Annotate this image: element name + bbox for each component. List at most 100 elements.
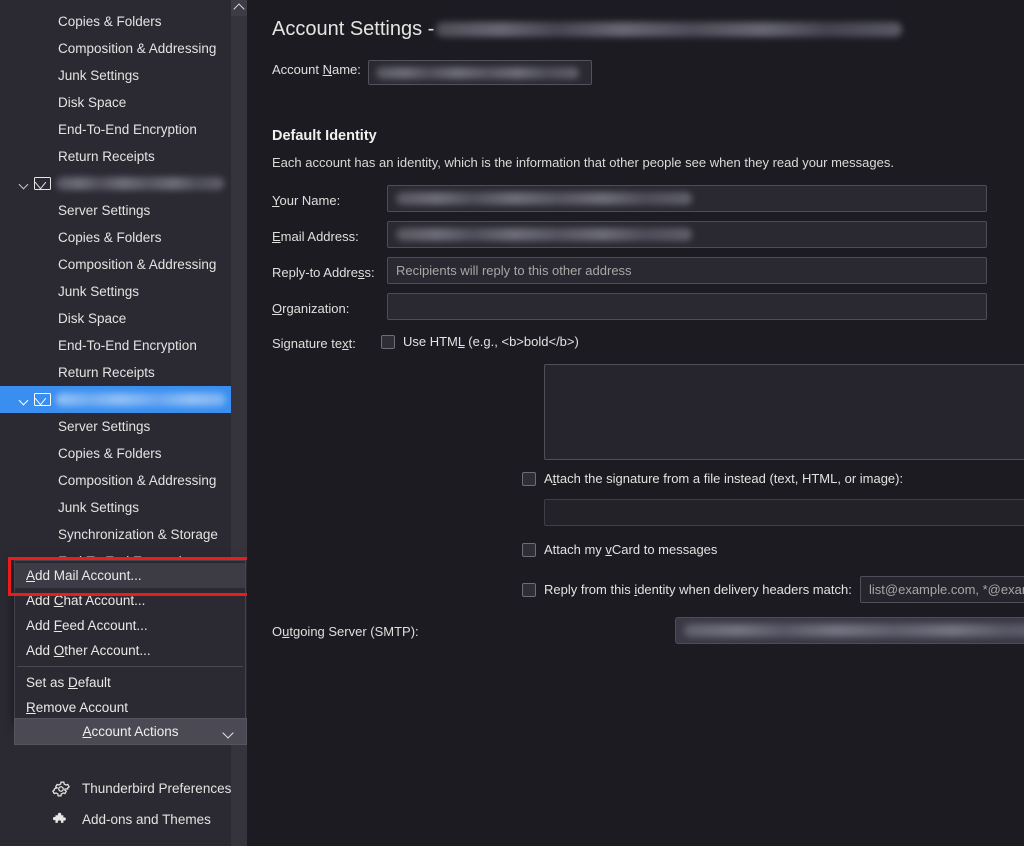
reply-from-identity-checkbox[interactable] — [522, 582, 536, 597]
menu-item-label: Remove Account — [26, 700, 129, 715]
menu-item-add-feed-account[interactable]: Add Feed Account... — [15, 613, 245, 638]
tree-item-composition-addressing[interactable]: Composition & Addressing — [0, 467, 231, 494]
menu-item-label: Add Other Account... — [26, 643, 151, 658]
tree-item-label: Composition & Addressing — [58, 473, 217, 488]
attach-signature-file-label: Attach the signature from a file instead… — [544, 471, 904, 486]
default-identity-title: Default Identity — [272, 128, 377, 144]
tree-item-copies-folders[interactable]: Copies & Folders — [0, 224, 231, 251]
tree-item-label: Synchronization & Storage — [58, 527, 218, 542]
attach-vcard-row[interactable]: Attach my vCard to messages — [522, 542, 717, 557]
mail-icon — [34, 393, 51, 406]
redacted-value — [396, 228, 692, 241]
mail-icon — [34, 177, 51, 190]
account-settings-panel: Account Settings - Account Name: Default… — [248, 0, 1024, 846]
tree-item-label: Return Receipts — [58, 365, 155, 380]
tree-item-composition-addressing[interactable]: Composition & Addressing — [0, 35, 231, 62]
signature-text-label: Signature text: — [272, 336, 356, 351]
organization-label: Organization: — [272, 301, 350, 316]
tree-item-synchronization-storage[interactable]: Synchronization & Storage — [0, 521, 231, 548]
tree-item-disk-space[interactable]: Disk Space — [0, 305, 231, 332]
settings-sidebar: Copies & Folders Composition & Addressing… — [0, 0, 247, 846]
reply-from-identity-label: Reply from this identity when delivery h… — [544, 582, 852, 597]
tree-account-row[interactable] — [0, 170, 231, 197]
tree-item-disk-space[interactable]: Disk Space — [0, 89, 231, 116]
sidebar-link-addons-and-themes[interactable]: Add-ons and Themes — [52, 809, 211, 831]
tree-item-label: Composition & Addressing — [58, 41, 217, 56]
attach-signature-file-row[interactable]: Attach the signature from a file instead… — [522, 471, 903, 486]
outgoing-server-label: Outgoing Server (SMTP): — [272, 624, 419, 639]
attach-vcard-checkbox[interactable] — [522, 542, 536, 557]
sidebar-link-label: Thunderbird Preferences — [82, 781, 232, 797]
account-name-label: Account Name: — [272, 62, 361, 77]
gear-icon — [52, 780, 70, 798]
menu-item-add-mail-account[interactable]: Add Mail Account... — [15, 563, 245, 588]
tree-item-end-to-end-encryption[interactable]: End-To-End Encryption — [0, 116, 231, 143]
use-html-checkbox-row[interactable]: Use HTML (e.g., <b>bold</b>) — [381, 334, 579, 349]
account-actions-button[interactable]: Account Actions — [14, 718, 247, 745]
menu-item-label: Add Mail Account... — [26, 568, 142, 583]
menu-item-label: Add Chat Account... — [26, 593, 146, 608]
chevron-down-icon[interactable] — [18, 393, 32, 407]
signature-file-path-input[interactable] — [544, 499, 1024, 526]
tree-item-label: Return Receipts — [58, 149, 155, 164]
menu-item-add-other-account[interactable]: Add Other Account... — [15, 638, 245, 663]
tree-item-label: Server Settings — [58, 419, 151, 434]
tree-item-junk-settings[interactable]: Junk Settings — [0, 62, 231, 89]
menu-item-remove-account[interactable]: Remove Account — [15, 695, 245, 720]
tree-account-row[interactable] — [0, 386, 231, 413]
redacted-value — [396, 192, 692, 205]
tree-item-label: Copies & Folders — [58, 446, 162, 461]
chevron-down-icon — [222, 727, 234, 739]
tree-item-return-receipts[interactable]: Return Receipts — [0, 143, 231, 170]
tree-item-label: End-To-End Encryption — [58, 338, 197, 353]
tree-item-composition-addressing[interactable]: Composition & Addressing — [0, 251, 231, 278]
page-title: Account Settings - — [272, 18, 903, 41]
tree-item-end-to-end-encryption[interactable]: End-To-End Encryption — [0, 332, 231, 359]
tree-item-copies-folders[interactable]: Copies & Folders — [0, 440, 231, 467]
your-name-input[interactable] — [387, 185, 987, 212]
reply-to-address-input[interactable]: Recipients will reply to this other addr… — [387, 257, 987, 284]
sidebar-link-label: Add-ons and Themes — [82, 812, 211, 828]
chevron-down-icon[interactable] — [18, 177, 32, 191]
redacted-value — [684, 624, 1024, 637]
account-actions-context-menu[interactable]: Add Mail Account... Add Chat Account... Ad… — [14, 560, 246, 723]
attach-vcard-label: Attach my vCard to messages — [544, 542, 718, 557]
delivery-headers-match-input[interactable]: list@example.com, *@example.com — [860, 576, 1024, 603]
email-address-input[interactable] — [387, 221, 987, 248]
chevron-up-icon — [233, 3, 245, 15]
menu-item-add-chat-account[interactable]: Add Chat Account... — [15, 588, 245, 613]
menu-item-label: Add Feed Account... — [26, 618, 148, 633]
reply-to-placeholder: Recipients will reply to this other addr… — [396, 263, 632, 278]
attach-signature-file-checkbox[interactable] — [522, 471, 536, 486]
tree-item-label: Composition & Addressing — [58, 257, 217, 272]
use-html-label: Use HTML (e.g., <b>bold</b>) — [403, 334, 579, 349]
scrollbar-up-button[interactable] — [231, 0, 247, 16]
tree-item-label: Junk Settings — [58, 500, 140, 515]
account-actions-label: Account Actions — [82, 724, 179, 739]
signature-textarea[interactable] — [544, 364, 1024, 460]
tree-item-label: Copies & Folders — [58, 230, 162, 245]
reply-to-address-label: Reply-to Address: — [272, 265, 375, 280]
redacted-value — [376, 66, 579, 79]
account-name-input[interactable] — [368, 60, 592, 85]
sidebar-link-thunderbird-preferences[interactable]: Thunderbird Preferences — [52, 778, 231, 800]
your-name-label: Your Name: — [272, 193, 341, 208]
redacted-account-label — [56, 393, 226, 406]
tree-item-junk-settings[interactable]: Junk Settings — [0, 278, 231, 305]
email-address-label: Email Address: — [272, 229, 359, 244]
outgoing-server-select[interactable] — [675, 617, 1024, 644]
tree-item-label: End-To-End Encryption — [58, 122, 197, 137]
tree-item-return-receipts[interactable]: Return Receipts — [0, 359, 231, 386]
tree-item-label: Copies & Folders — [58, 14, 162, 29]
reply-from-identity-row[interactable]: Reply from this identity when delivery h… — [522, 582, 852, 597]
tree-item-junk-settings[interactable]: Junk Settings — [0, 494, 231, 521]
tree-item-server-settings[interactable]: Server Settings — [0, 197, 231, 224]
redacted-account-label — [56, 177, 224, 190]
menu-item-set-as-default[interactable]: Set as Default — [15, 670, 245, 695]
default-identity-description: Each account has an identity, which is t… — [272, 155, 894, 170]
organization-input[interactable] — [387, 293, 987, 320]
use-html-checkbox[interactable] — [381, 334, 395, 349]
tree-item-server-settings[interactable]: Server Settings — [0, 413, 231, 440]
tree-item-copies-folders[interactable]: Copies & Folders — [0, 8, 231, 35]
puzzle-piece-icon — [52, 811, 70, 829]
